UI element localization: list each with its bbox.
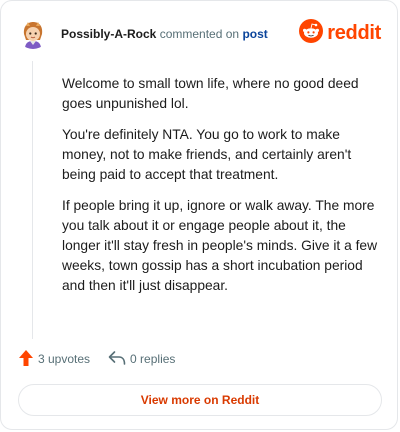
embedded-comment-card: Possibly-A-Rock commented on post reddit — [0, 0, 398, 430]
reddit-snoo-icon — [299, 18, 324, 48]
comment-meta: Possibly-A-Rock commented on post — [61, 27, 268, 41]
view-more-button[interactable]: View more on Reddit — [18, 384, 382, 416]
comment-actions: 3 upvotes 0 replies — [18, 349, 193, 370]
arrow-up-icon — [18, 349, 34, 370]
upvote-button[interactable]: 3 upvotes — [18, 349, 90, 370]
username[interactable]: Possibly-A-Rock — [61, 27, 156, 41]
thread-line — [32, 61, 33, 339]
reddit-wordmark: reddit — [327, 22, 381, 44]
comment-header: Possibly-A-Rock commented on post reddit — [17, 17, 383, 53]
reddit-logo[interactable]: reddit — [299, 18, 381, 48]
avatar-icon[interactable] — [17, 17, 49, 49]
comment-paragraph-1: Welcome to small town life, where no goo… — [62, 76, 359, 111]
upvotes-count: 3 upvotes — [38, 352, 91, 366]
replies-count: 0 replies — [130, 352, 176, 366]
comment-paragraph-2: You're definitely NTA. You go to work to… — [62, 127, 352, 182]
comment-body: Welcome to small town life, where no goo… — [62, 74, 384, 307]
reply-arrow-icon — [108, 350, 126, 369]
comment-paragraph-3: If people bring it up, ignore or walk aw… — [62, 198, 378, 293]
commented-on-text: commented on — [159, 27, 240, 41]
post-link[interactable]: post — [242, 27, 267, 41]
reply-button[interactable]: 0 replies — [108, 350, 175, 369]
